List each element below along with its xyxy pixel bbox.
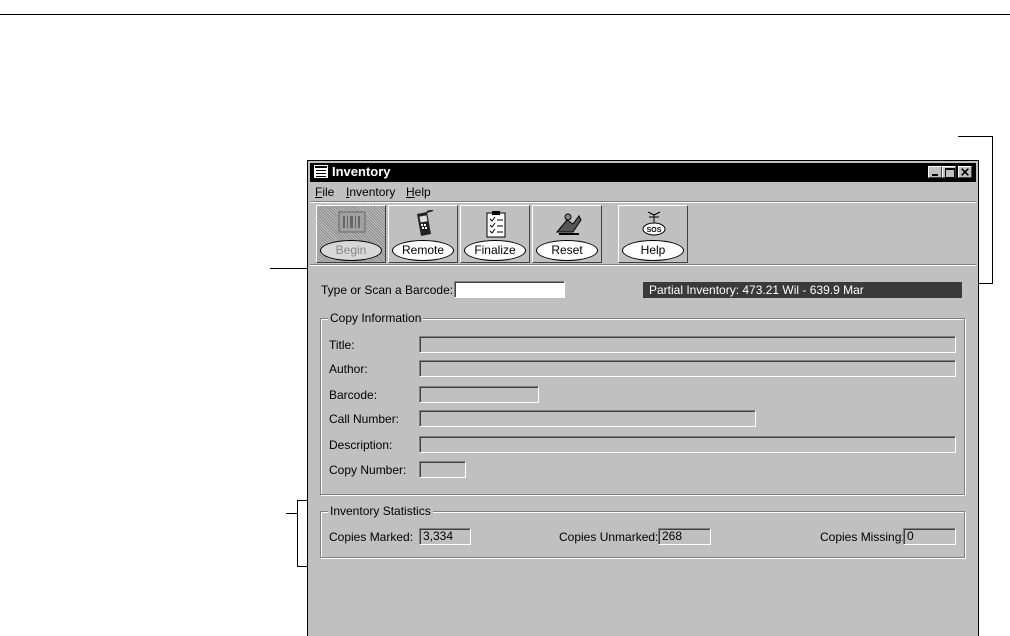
barcode-entry-label: Type or Scan a Barcode: <box>321 283 454 297</box>
inventory-window: Inventory File Inventory Help Begin Remo… <box>307 160 979 636</box>
reset-hand-icon <box>555 213 582 235</box>
callout-stats-tick <box>286 513 297 514</box>
status-display: Partial Inventory: 473.21 Wil - 639.9 Ma… <box>643 282 962 298</box>
maximize-button[interactable] <box>942 166 956 178</box>
copies-marked-label: Copies Marked: <box>329 530 414 544</box>
remote-label: Remote <box>392 240 454 261</box>
barcode-label: Barcode: <box>329 388 378 402</box>
barcode-field <box>419 386 539 403</box>
page-top-rule <box>0 14 1010 15</box>
clipboard-checklist-icon <box>486 211 506 238</box>
close-button[interactable] <box>958 166 972 178</box>
barcode-entry-input[interactable] <box>454 281 565 298</box>
author-field <box>419 360 956 377</box>
copies-missing-label: Copies Missing: <box>820 530 905 544</box>
menu-separator <box>310 201 976 203</box>
help-button[interactable]: SOS Help <box>618 205 688 263</box>
finalize-label: Finalize <box>464 240 526 261</box>
menu-inventory[interactable]: Inventory <box>346 185 395 199</box>
call-number-field <box>419 410 756 427</box>
barcode-scan-icon <box>338 211 366 233</box>
copies-missing-value: 0 <box>903 528 956 545</box>
copy-number-label: Copy Number: <box>329 463 407 477</box>
close-icon <box>961 168 969 176</box>
copies-unmarked-value: 268 <box>658 528 711 545</box>
callout-status-line-vert <box>992 136 993 284</box>
title-bar: Inventory <box>310 163 976 182</box>
svg-text:SOS: SOS <box>647 227 662 234</box>
maximize-icon <box>945 168 955 178</box>
help-label: Help <box>622 240 684 261</box>
finalize-button[interactable]: Finalize <box>460 205 530 263</box>
minimize-button[interactable] <box>928 166 942 178</box>
title-label: Title: <box>329 338 355 352</box>
handheld-scanner-icon <box>417 210 434 236</box>
begin-button[interactable]: Begin <box>316 205 386 263</box>
copies-marked-value: 3,334 <box>419 528 471 545</box>
description-label: Description: <box>329 438 393 452</box>
reset-button[interactable]: Reset <box>532 205 602 263</box>
call-number-label: Call Number: <box>329 412 400 426</box>
window-title: Inventory <box>332 164 391 179</box>
reset-label: Reset <box>536 240 598 261</box>
toolbar-separator <box>310 264 976 266</box>
menu-bar: File Inventory Help <box>310 183 976 201</box>
app-icon <box>314 165 328 178</box>
copy-number-field <box>419 461 466 478</box>
inventory-statistics-legend: Inventory Statistics <box>328 504 433 518</box>
minimize-icon <box>932 174 938 176</box>
sos-help-icon: SOS <box>642 211 666 236</box>
description-field <box>419 436 956 453</box>
title-field <box>419 336 956 353</box>
remote-button[interactable]: Remote <box>388 205 458 263</box>
callout-status-line-top <box>958 136 993 137</box>
menu-file[interactable]: File <box>315 185 334 199</box>
begin-label: Begin <box>320 240 382 261</box>
menu-help[interactable]: Help <box>406 185 431 199</box>
author-label: Author: <box>329 362 368 376</box>
callout-stats-line-vert <box>297 500 298 567</box>
copies-unmarked-label: Copies Unmarked: <box>559 530 659 544</box>
copy-information-legend: Copy Information <box>328 311 424 325</box>
